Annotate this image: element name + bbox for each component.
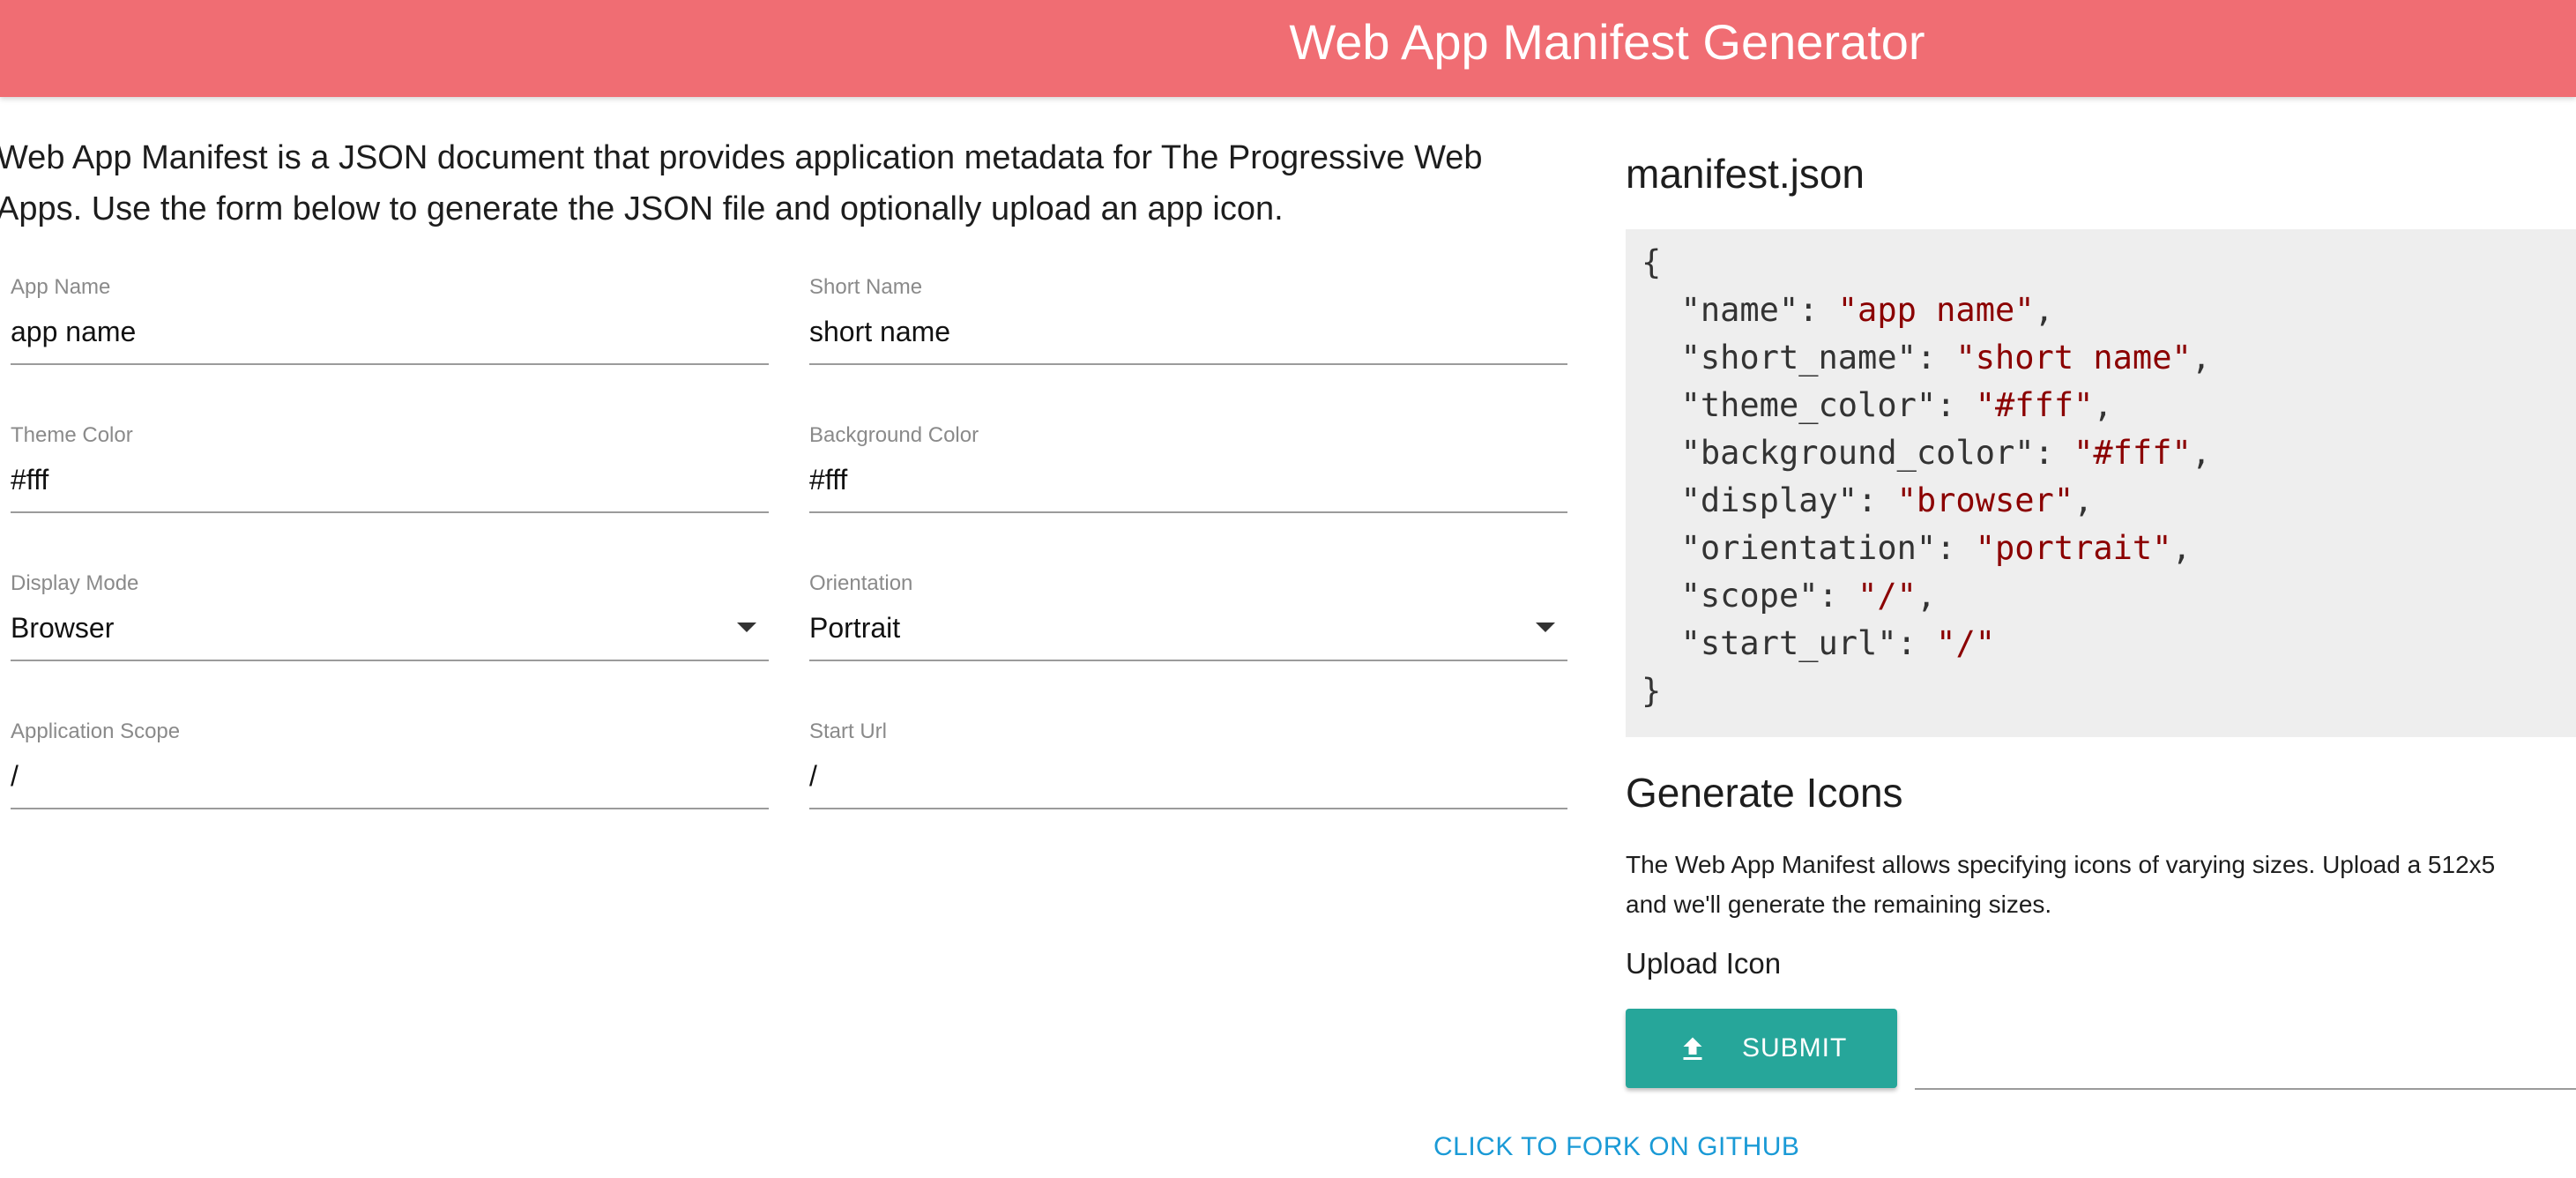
code-key: "scope" bbox=[1680, 577, 1819, 615]
app-name-field: App Name bbox=[11, 275, 769, 372]
code-comma: , bbox=[1916, 577, 1937, 615]
code-value: "short name" bbox=[1955, 339, 2192, 377]
code-value: "#fff" bbox=[2073, 434, 2192, 472]
intro-line-2: Apps. Use the form below to generate the… bbox=[0, 190, 1284, 227]
code-open-brace: { bbox=[1642, 243, 1662, 281]
orientation-underline bbox=[809, 660, 1567, 661]
code-comma: , bbox=[2171, 529, 2192, 567]
generate-icons-description: The Web App Manifest allows specifying i… bbox=[1626, 845, 2576, 924]
application-scope-field: Application Scope bbox=[11, 719, 769, 816]
short-name-field: Short Name bbox=[809, 275, 1567, 372]
code-key: "start_url" bbox=[1680, 624, 1897, 662]
code-comma: , bbox=[2034, 291, 2054, 329]
code-comma: , bbox=[2073, 481, 2094, 519]
icons-desc-line-1: The Web App Manifest allows specifying i… bbox=[1626, 851, 2496, 878]
code-line: "orientation": "portrait", bbox=[1680, 529, 2192, 567]
code-value: "/" bbox=[1858, 577, 1917, 615]
code-line: "scope": "/", bbox=[1680, 577, 1937, 615]
code-line: "name": "app name", bbox=[1680, 291, 2054, 329]
code-value: "app name" bbox=[1837, 291, 2035, 329]
display-mode-underline bbox=[11, 660, 769, 661]
chevron-down-icon[interactable] bbox=[1536, 623, 1555, 632]
manifest-code-block: { "name": "app name", "short_name": "sho… bbox=[1626, 229, 2576, 737]
code-close-brace: } bbox=[1642, 672, 1662, 710]
right-panel: manifest.json { "name": "app name", "sho… bbox=[1626, 0, 2576, 1178]
background-color-field: Background Color bbox=[809, 423, 1567, 520]
app-name-label: App Name bbox=[11, 275, 111, 299]
code-line: "short_name": "short name", bbox=[1680, 339, 2212, 377]
file-path-underline[interactable] bbox=[1915, 1088, 2576, 1090]
orientation-select[interactable]: Portrait bbox=[809, 612, 1567, 645]
application-scope-label: Application Scope bbox=[11, 719, 181, 743]
app-name-underline bbox=[11, 363, 769, 365]
code-comma: , bbox=[2191, 434, 2212, 472]
intro-line-1: Web App Manifest is a JSON document that… bbox=[0, 139, 1483, 176]
display-mode-label: Display Mode bbox=[11, 571, 139, 595]
application-scope-input[interactable] bbox=[11, 760, 769, 793]
code-line: "background_color": "#fff", bbox=[1680, 434, 2212, 472]
theme-color-input[interactable] bbox=[11, 464, 769, 496]
upload-icon bbox=[1683, 1037, 1702, 1060]
manifest-heading: manifest.json bbox=[1626, 151, 1865, 197]
background-color-underline bbox=[809, 511, 1567, 513]
chevron-down-icon[interactable] bbox=[737, 623, 756, 632]
generate-icons-heading: Generate Icons bbox=[1626, 770, 1903, 816]
code-comma: , bbox=[2093, 386, 2113, 424]
code-line: "theme_color": "#fff", bbox=[1680, 386, 2113, 424]
code-key: "theme_color" bbox=[1680, 386, 1937, 424]
theme-color-label: Theme Color bbox=[11, 423, 133, 447]
start-url-underline bbox=[809, 808, 1567, 809]
orientation-field[interactable]: Orientation Portrait bbox=[809, 571, 1567, 668]
code-line: "start_url": "/" bbox=[1680, 624, 1995, 662]
code-comma: , bbox=[2191, 339, 2212, 377]
start-url-label: Start Url bbox=[809, 719, 888, 743]
code-value: "#fff" bbox=[1975, 386, 2094, 424]
display-mode-field[interactable]: Display Mode Browser bbox=[11, 571, 769, 668]
code-line: "display": "browser", bbox=[1680, 481, 2094, 519]
theme-color-field: Theme Color bbox=[11, 423, 769, 520]
display-mode-select[interactable]: Browser bbox=[11, 612, 769, 645]
start-url-field: Start Url bbox=[809, 719, 1567, 816]
theme-color-underline bbox=[11, 511, 769, 513]
submit-button-label: SUBMIT bbox=[1742, 1033, 1848, 1062]
code-value: "browser" bbox=[1896, 481, 2074, 519]
submit-button[interactable]: SUBMIT bbox=[1626, 1009, 1897, 1088]
short-name-underline bbox=[809, 363, 1567, 365]
code-value: "/" bbox=[1936, 624, 1995, 662]
application-scope-underline bbox=[11, 808, 769, 809]
fork-on-github-link[interactable]: CLICK TO FORK ON GITHUB bbox=[1433, 1132, 1799, 1162]
short-name-input[interactable] bbox=[809, 316, 1567, 348]
code-key: "display" bbox=[1680, 481, 1858, 519]
background-color-label: Background Color bbox=[809, 423, 979, 447]
background-color-input[interactable] bbox=[809, 464, 1567, 496]
code-key: "name" bbox=[1680, 291, 1799, 329]
code-key: "short_name" bbox=[1680, 339, 1917, 377]
upload-icon-label: Upload Icon bbox=[1626, 947, 1782, 980]
code-key: "background_color" bbox=[1680, 434, 2035, 472]
orientation-label: Orientation bbox=[809, 571, 913, 595]
start-url-input[interactable] bbox=[809, 760, 1567, 793]
intro-text: Web App Manifest is a JSON document that… bbox=[0, 132, 1513, 235]
short-name-label: Short Name bbox=[809, 275, 923, 299]
icons-desc-line-2: and we'll generate the remaining sizes. bbox=[1626, 891, 2052, 918]
code-key: "orientation" bbox=[1680, 529, 1937, 567]
code-value: "portrait" bbox=[1975, 529, 2172, 567]
app-name-input[interactable] bbox=[11, 316, 769, 348]
